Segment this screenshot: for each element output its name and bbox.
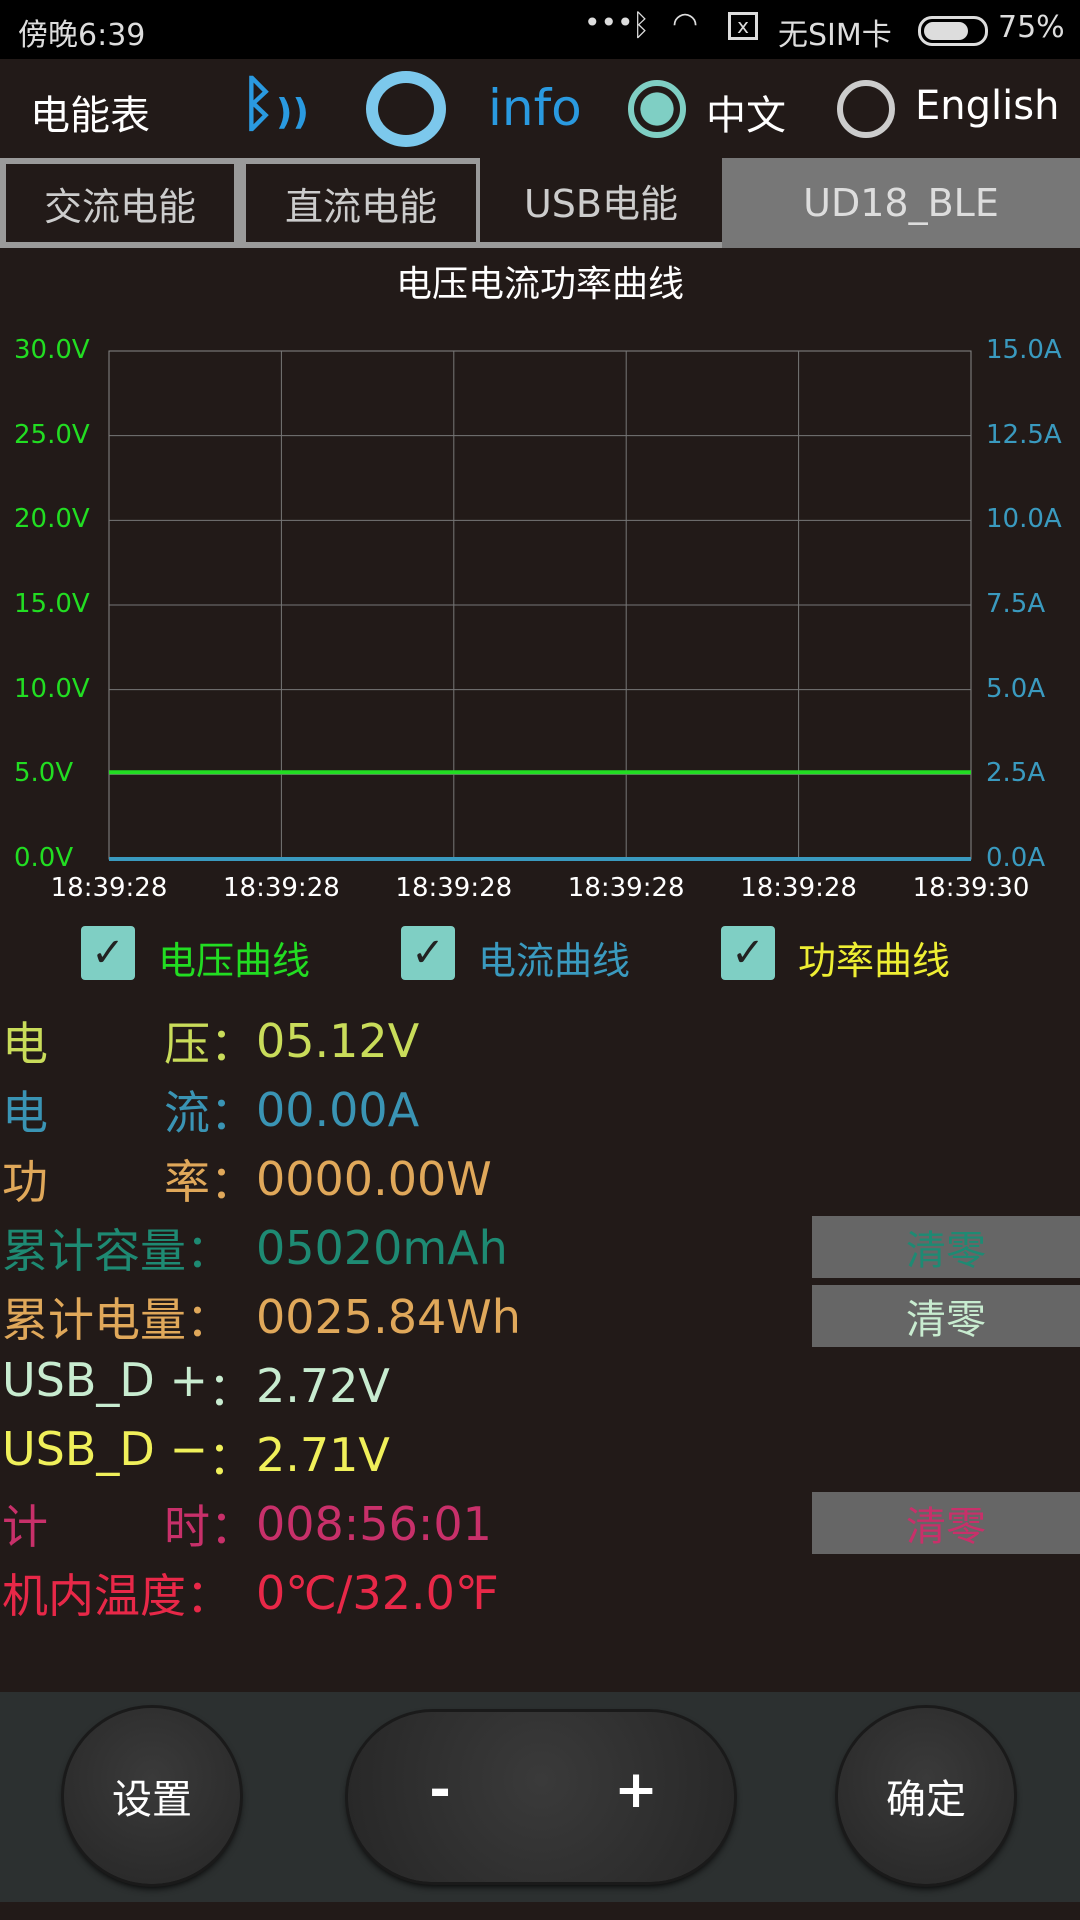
clear-energy-button[interactable]: 清零 — [812, 1285, 1080, 1347]
y-left-tick: 0.0V — [14, 843, 74, 873]
current-curve-label: 电流曲线 — [478, 939, 631, 983]
clear-timer-button[interactable]: 清零 — [812, 1492, 1080, 1554]
reading-value: 0000.00W — [256, 1152, 492, 1206]
minus-button[interactable]: - — [400, 1760, 480, 1820]
reading-row: 计 时： 008:56:01 — [2, 1494, 492, 1554]
reading-label: USB_D − — [2, 1422, 209, 1476]
y-right-tick: 0.0A — [986, 843, 1046, 873]
reading-label: 功 — [2, 1155, 48, 1209]
y-right-tick: 5.0A — [986, 673, 1046, 704]
x-tick: 18:39:28 — [395, 873, 513, 903]
reading-label: 累计容量 — [2, 1224, 186, 1278]
voltage-curve-checkbox[interactable]: ✓ — [81, 926, 135, 980]
reading-label-suffix: ： — [186, 1224, 232, 1278]
y-left-tick: 25.0V — [14, 419, 90, 450]
x-tick: 18:39:30 — [912, 873, 1030, 903]
power-curve-checkbox[interactable]: ✓ — [721, 926, 775, 980]
y-right-tick: 2.5A — [986, 758, 1046, 789]
power-curve-label: 功率曲线 — [798, 939, 951, 983]
reading-row: 机内温度： 0℃/32.0℉ — [2, 1563, 499, 1623]
reading-row: 功 率： 0000.00W — [2, 1149, 492, 1209]
reading-value: 05.12V — [256, 1014, 420, 1068]
reading-row: 电 流： 00.00A — [2, 1080, 419, 1140]
y-right-tick: 7.5A — [986, 589, 1046, 619]
reading-row: USB_D +： 2.72V — [2, 1353, 390, 1416]
y-right-tick: 15.0A — [986, 335, 1062, 365]
x-tick: 18:39:28 — [50, 873, 168, 903]
current-curve-checkbox[interactable]: ✓ — [401, 926, 455, 980]
confirm-button[interactable]: 确定 — [838, 1708, 1014, 1884]
reading-row: USB_D −： 2.71V — [2, 1422, 390, 1485]
voltage-curve-label: 电压曲线 — [158, 939, 311, 983]
reading-label: 电 — [2, 1017, 48, 1071]
reading-value: 05020mAh — [256, 1221, 508, 1275]
y-left-tick: 15.0V — [14, 589, 90, 619]
reading-row: 累计容量： 05020mAh — [2, 1218, 508, 1278]
reading-value: 2.72V — [256, 1359, 390, 1413]
clear-capacity-button[interactable]: 清零 — [812, 1216, 1080, 1278]
reading-value: 2.71V — [256, 1428, 390, 1482]
reading-row: 累计电量： 0025.84Wh — [2, 1287, 521, 1347]
x-tick: 18:39:28 — [740, 873, 857, 903]
reading-label: USB_D + — [2, 1353, 209, 1407]
plus-button[interactable]: + — [596, 1760, 676, 1820]
reading-value: 0025.84Wh — [256, 1290, 521, 1344]
reading-label-suffix: ： — [208, 1431, 255, 1485]
reading-label: 累计电量 — [2, 1293, 186, 1347]
reading-label-suffix: 流： — [164, 1086, 256, 1140]
y-right-tick: 12.5A — [986, 419, 1062, 450]
reading-label-suffix: 率： — [164, 1155, 256, 1209]
y-right-tick: 10.0A — [986, 504, 1062, 535]
reading-label: 机内温度 — [2, 1569, 186, 1623]
reading-label: 电 — [2, 1086, 48, 1140]
reading-label-suffix: ： — [186, 1293, 232, 1347]
y-left-tick: 5.0V — [14, 758, 74, 789]
y-left-tick: 30.0V — [14, 335, 90, 365]
reading-value: 0℃/32.0℉ — [256, 1566, 499, 1620]
reading-value: 008:56:01 — [256, 1497, 492, 1551]
reading-label-suffix: 时： — [164, 1500, 256, 1554]
chart — [108, 350, 972, 861]
reading-label-suffix: ： — [186, 1569, 232, 1623]
x-tick: 18:39:28 — [223, 873, 340, 903]
y-left-tick: 20.0V — [14, 504, 90, 535]
reading-row: 电 压： 05.12V — [2, 1011, 419, 1071]
reading-label-suffix: 压： — [164, 1017, 256, 1071]
x-tick: 18:39:28 — [567, 873, 685, 903]
y-left-tick: 10.0V — [14, 673, 90, 704]
settings-button[interactable]: 设置 — [64, 1708, 240, 1884]
reading-value: 00.00A — [256, 1083, 420, 1137]
reading-label-suffix: ： — [208, 1362, 255, 1416]
reading-label: 计 — [2, 1500, 48, 1554]
